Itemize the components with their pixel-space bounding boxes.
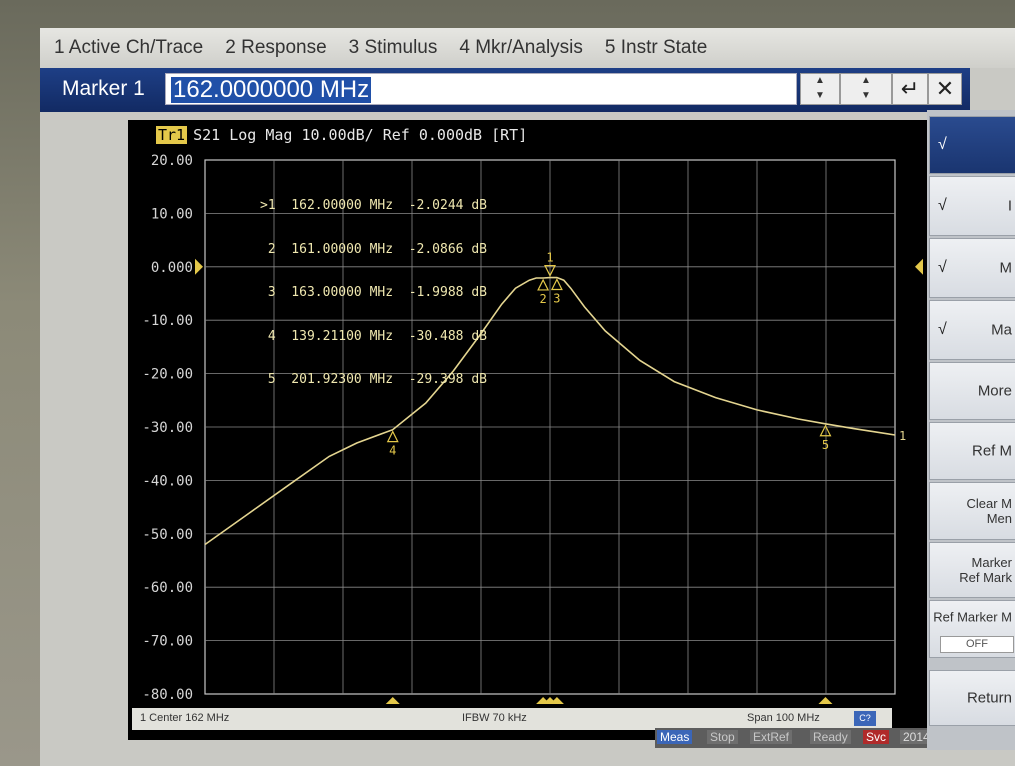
entry-label: Marker 1 <box>62 77 145 100</box>
softkey-label: Ref Marker M <box>933 609 1012 625</box>
ref-marker-mode-value: OFF <box>940 636 1014 653</box>
check-icon: √ <box>938 321 947 338</box>
meas-indicator: Meas <box>657 730 693 744</box>
menu-mkr-analysis[interactable]: 4 Mkr/Analysis <box>459 37 583 59</box>
softkey-label: Return <box>966 689 1012 707</box>
analyzer-screen: 1 Active Ch/Trace 2 Response 3 Stimulus … <box>40 28 1015 766</box>
marker-position-indicator-icon <box>818 697 833 704</box>
y-tick-label: -70.00 <box>142 634 193 650</box>
marker-frequency-value: 162.0000000 MHz <box>171 76 372 103</box>
softkey-label: I <box>1007 197 1012 215</box>
spin-up-icon: ▲ <box>861 75 871 86</box>
spin-down-icon: ▼ <box>861 90 871 101</box>
trace-badge[interactable]: Tr1 <box>156 126 188 144</box>
marker-label: 5 <box>822 438 829 452</box>
softkey-ref-marker[interactable]: Ref M <box>929 422 1015 480</box>
ref-position-left-icon <box>195 258 203 275</box>
check-icon: √ <box>938 136 947 153</box>
trace-end-label: 1 <box>899 429 906 443</box>
trace-display[interactable]: 20.00 10.00 0.000 -10.00 -20.00 -30.00 -40.00 -… <box>128 120 970 740</box>
span-status[interactable]: Span 100 MHz <box>747 712 820 724</box>
ready-indicator: Ready <box>810 730 851 744</box>
softkey-label: Clear M Men <box>966 496 1012 526</box>
entry-bar: Marker 1 162.0000000 MHz ▲ ▼ ▲ ▼ ↵ ✕ <box>40 68 970 112</box>
calibration-status-icon[interactable]: C? <box>854 711 876 726</box>
ref-position-right-icon <box>915 258 923 275</box>
enter-icon: ↵ <box>900 76 920 101</box>
menu-response[interactable]: 2 Response <box>225 37 326 59</box>
softkey-ref-marker-mode[interactable]: Ref Marker M OFF <box>929 600 1015 658</box>
softkey-clear-marker-menu[interactable]: Clear M Men <box>929 482 1015 540</box>
softkey-label: More <box>977 382 1012 400</box>
check-icon: √ <box>938 259 947 276</box>
softkey-label: Ref M <box>971 442 1012 460</box>
y-tick-label: 0.000 <box>151 260 193 276</box>
marker-label: 4 <box>389 444 396 458</box>
check-icon: √ <box>938 197 947 214</box>
softkey-label: Marker Ref Mark <box>959 555 1012 585</box>
svc-indicator: Svc <box>863 730 890 744</box>
softkey-marker-3[interactable]: √ M <box>929 238 1015 298</box>
y-tick-label: -20.00 <box>142 367 193 383</box>
marker-readout-line: 2 161.00000 MHz -2.0866 dB <box>260 241 487 257</box>
marker-frequency-input[interactable]: 162.0000000 MHz <box>165 73 797 105</box>
ifbw-status[interactable]: IFBW 70 kHz <box>462 712 527 724</box>
trace-header-text: S21 Log Mag 10.00dB/ Ref 0.000dB [RT] <box>193 126 528 144</box>
coarse-spin-button[interactable]: ▲ ▼ <box>800 73 840 105</box>
trace-plot: 20.00 10.00 0.000 -10.00 -20.00 -30.00 -40.00 -… <box>142 153 923 704</box>
menu-active-ch-trace[interactable]: 1 Active Ch/Trace <box>54 37 203 59</box>
softkey-label: M <box>999 259 1013 277</box>
y-tick-label: -60.00 <box>142 580 193 596</box>
softkey-return[interactable]: Return <box>929 670 1015 726</box>
marker-icon <box>550 278 563 291</box>
softkey-panel: √ √ I √ M √ Ma More Ref M Clear M Men Ma… <box>927 110 1015 750</box>
marker-readout-line: 5 201.92300 MHz -29.398 dB <box>260 372 487 387</box>
marker-readout: >1 162.00000 MHz -2.0244 dB 2 161.00000 … <box>260 170 487 417</box>
marker-icon <box>537 278 550 291</box>
marker-position-indicator-icon <box>385 697 400 704</box>
marker-label: 2 <box>539 292 546 306</box>
softkey-marker-4[interactable]: √ Ma <box>929 300 1015 360</box>
marker-label: 3 <box>553 291 560 305</box>
menu-bar: 1 Active Ch/Trace 2 Response 3 Stimulus … <box>40 28 1015 68</box>
softkey-more-markers[interactable]: More <box>929 362 1015 420</box>
softkey-marker-1[interactable]: √ <box>929 116 1015 174</box>
softkey-marker-2[interactable]: √ I <box>929 176 1015 236</box>
marker-readout-line: >1 162.00000 MHz -2.0244 dB <box>260 198 487 213</box>
close-icon: ✕ <box>935 76 955 101</box>
marker-icon <box>386 430 399 443</box>
stop-indicator: Stop <box>707 730 738 744</box>
marker-label: 1 <box>546 251 553 265</box>
channel-status-bar: 1 Center 162 MHz IFBW 70 kHz Span 100 MH… <box>132 708 892 730</box>
enter-button[interactable]: ↵ <box>892 73 928 105</box>
y-tick-label: 20.00 <box>151 153 193 169</box>
y-tick-label: -10.00 <box>142 313 193 329</box>
extref-indicator: ExtRef <box>750 730 793 744</box>
y-tick-label: 10.00 <box>151 206 193 222</box>
menu-instr-state[interactable]: 5 Instr State <box>605 37 707 59</box>
softkey-marker-ref-marker[interactable]: Marker Ref Mark <box>929 542 1015 598</box>
softkey-label: Ma <box>991 321 1012 339</box>
menu-stimulus[interactable]: 3 Stimulus <box>349 37 438 59</box>
y-tick-label: -30.00 <box>142 420 193 436</box>
spin-down-icon: ▼ <box>815 90 825 101</box>
y-tick-label: -40.00 <box>142 473 193 489</box>
center-frequency-status[interactable]: 1 Center 162 MHz <box>140 712 229 724</box>
trace-header: Tr1 S21 Log Mag 10.00dB/ Ref 0.000dB [RT] <box>156 126 527 144</box>
spin-up-icon: ▲ <box>815 75 825 86</box>
marker-readout-line: 4 139.21100 MHz -30.488 dB <box>260 328 487 344</box>
marker-readout-line: 3 163.00000 MHz -1.9988 dB <box>260 285 487 300</box>
y-tick-label: -50.00 <box>142 527 193 543</box>
y-tick-label: -80.00 <box>142 687 193 703</box>
close-button[interactable]: ✕ <box>928 73 962 105</box>
fine-spin-button[interactable]: ▲ ▼ <box>840 73 892 105</box>
